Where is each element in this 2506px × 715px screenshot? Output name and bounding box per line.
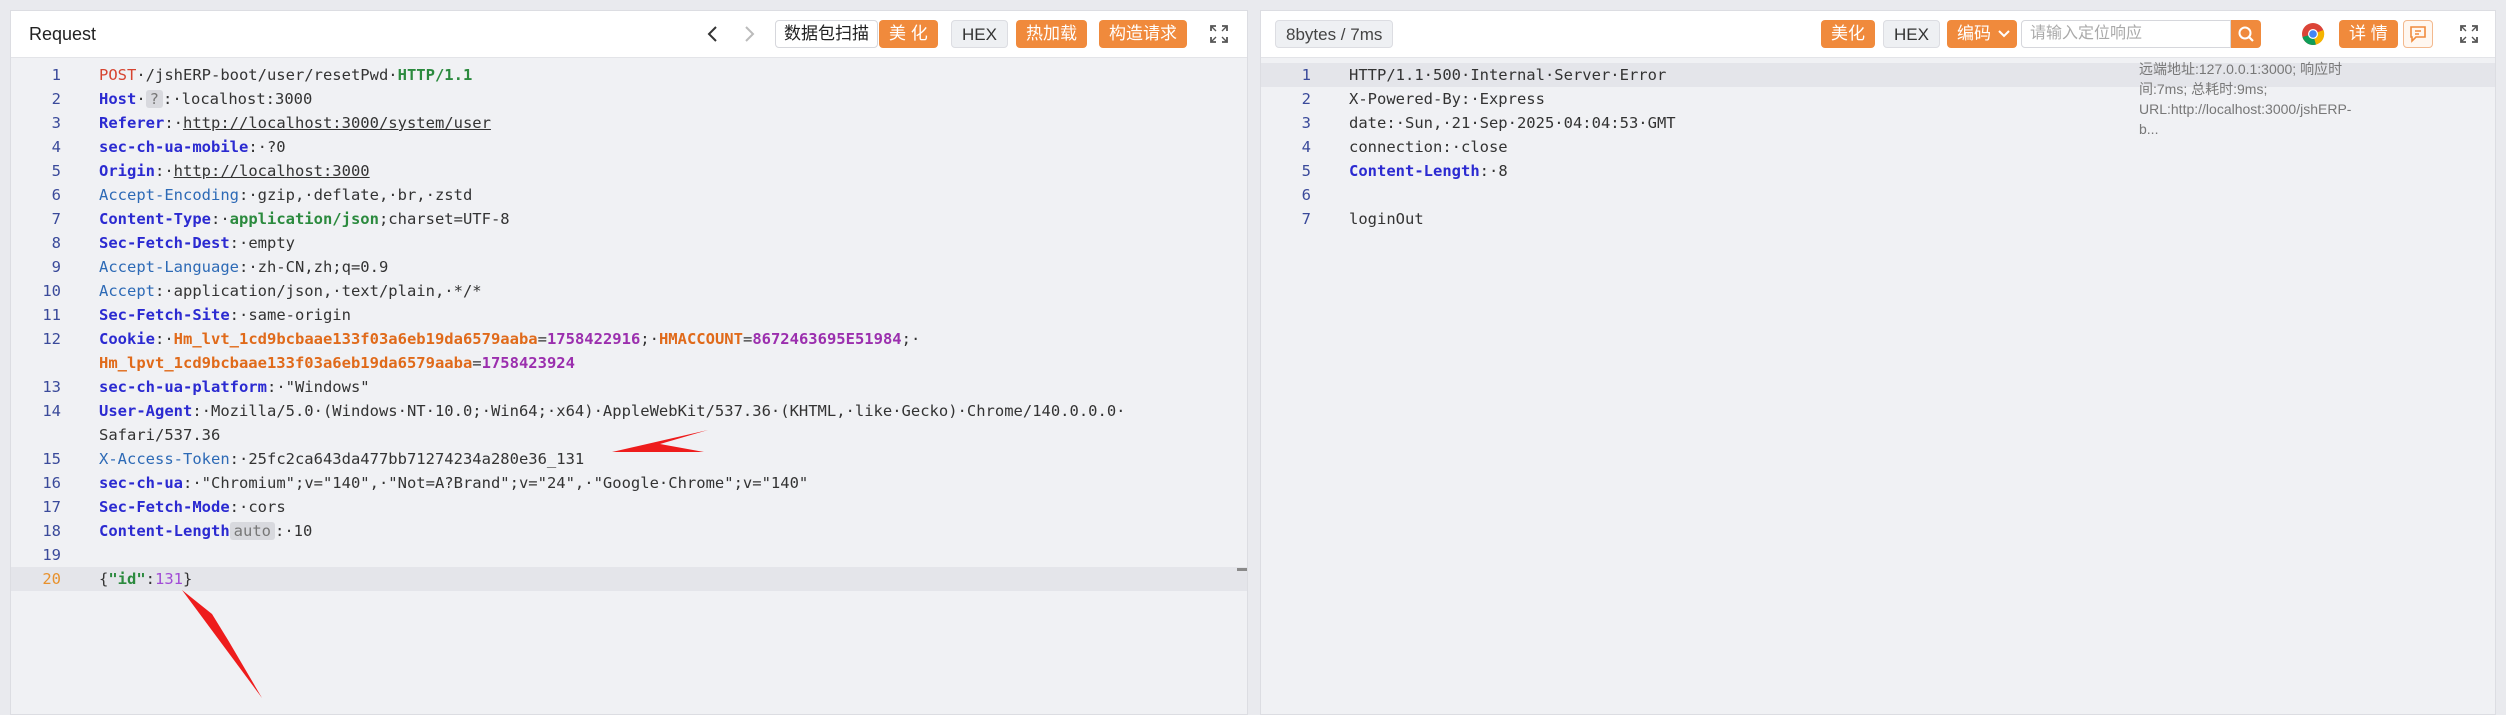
- arrow-body-annotation: [182, 590, 262, 698]
- arrow-token-annotation: [612, 430, 708, 452]
- annotation-overlay: [182, 430, 708, 698]
